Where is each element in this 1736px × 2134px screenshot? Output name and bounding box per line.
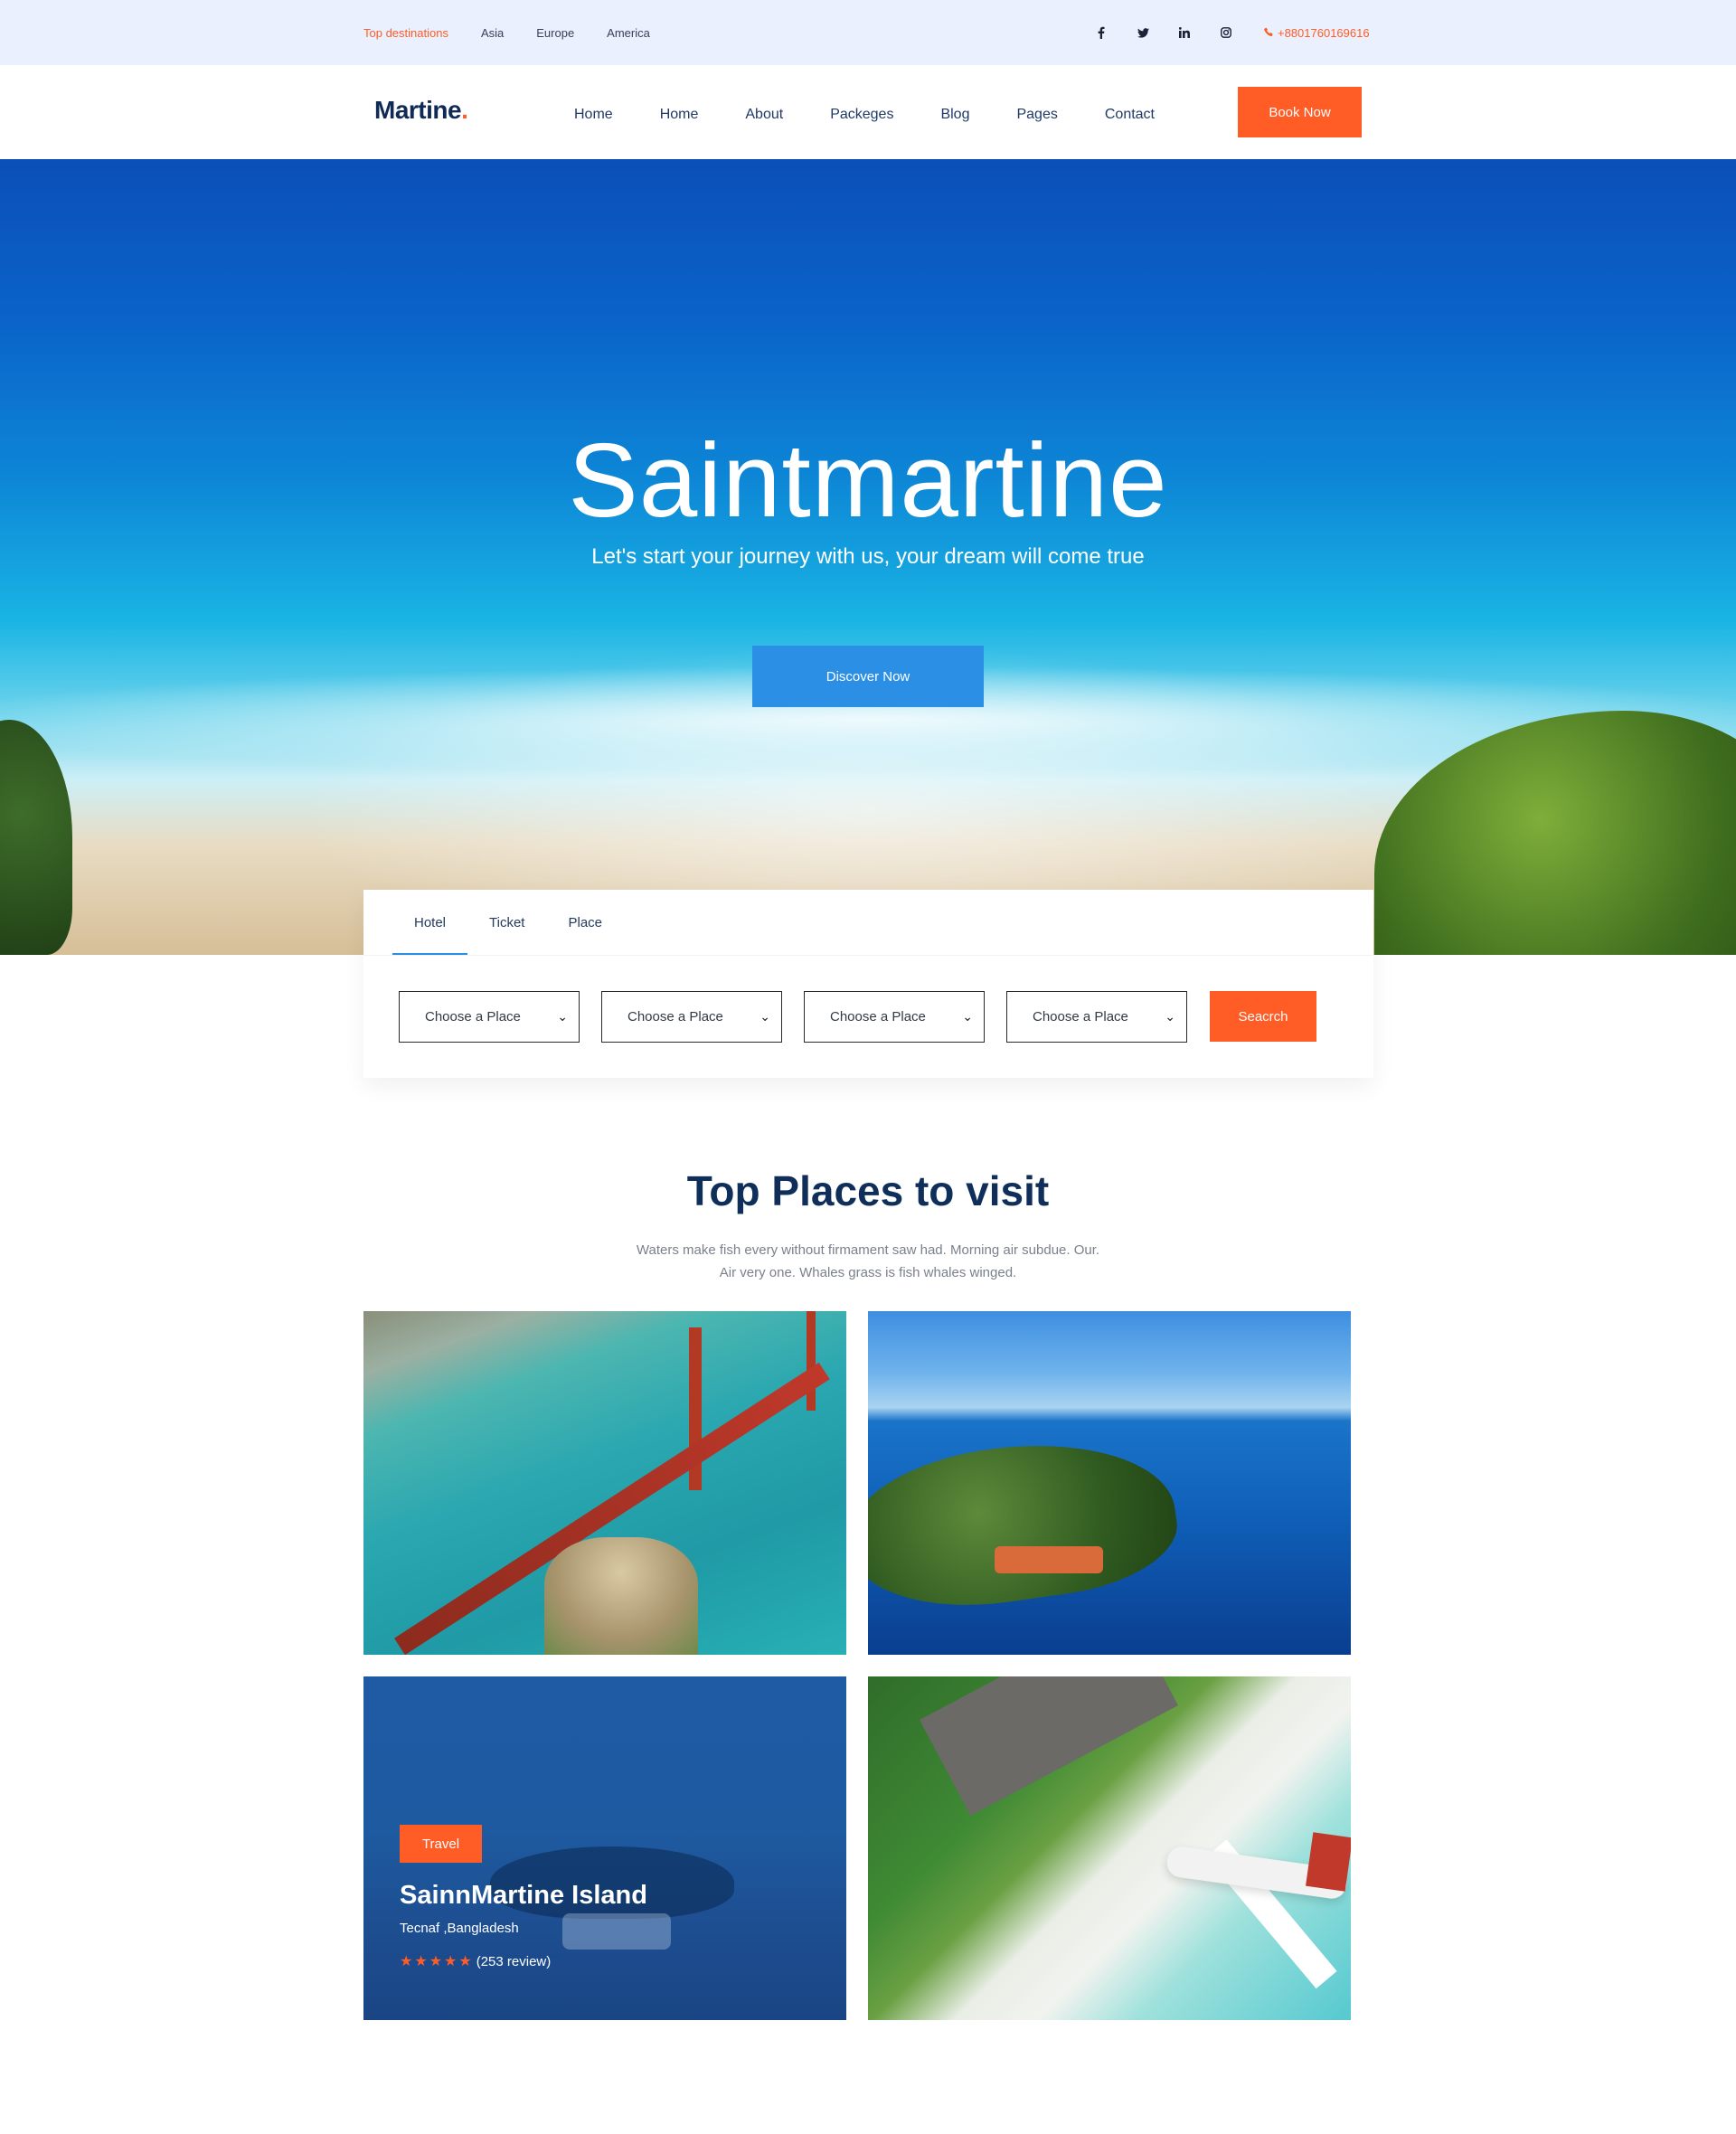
- boat: [562, 1913, 671, 1950]
- section-description-line-2: Air very one. Whales grass is fish whale…: [719, 1265, 1017, 1280]
- place-select-1[interactable]: Choose a Place ⌄: [399, 991, 580, 1043]
- chevron-down-icon: ⌄: [1165, 1009, 1175, 1024]
- social-links: [1094, 0, 1233, 65]
- nav-menu: Home Home About Packeges Blog Pages Cont…: [574, 65, 1155, 159]
- place-select-3-value: Choose a Place: [830, 1009, 926, 1025]
- nav-item-contact[interactable]: Contact: [1105, 107, 1155, 123]
- chevron-down-icon: ⌄: [557, 1009, 568, 1024]
- island: [868, 1424, 1185, 1623]
- logo-dot: .: [461, 96, 468, 124]
- top-bar: Top destinations Asia Europe America +88…: [0, 0, 1736, 65]
- section-description: Waters make fish every without firmament…: [597, 1239, 1139, 1284]
- nav-item-home[interactable]: Home: [574, 107, 613, 123]
- place-select-4[interactable]: Choose a Place ⌄: [1006, 991, 1187, 1043]
- instagram-icon[interactable]: [1219, 25, 1233, 40]
- place-select-1-value: Choose a Place: [425, 1009, 521, 1025]
- nav-item-blog[interactable]: Blog: [940, 107, 969, 123]
- star-icon: ★: [444, 1954, 458, 1969]
- tab-hotel[interactable]: Hotel: [392, 890, 468, 955]
- place-card-island[interactable]: [868, 1311, 1351, 1655]
- resort-roofs: [995, 1546, 1103, 1573]
- hero-banner: Saintmartine Let's start your journey wi…: [0, 159, 1736, 955]
- tab-place[interactable]: Place: [546, 890, 624, 955]
- star-icon: ★: [400, 1954, 413, 1969]
- featured-place-location: Tecnaf ,Bangladesh: [400, 1921, 519, 1936]
- top-destinations-links: Top destinations Asia Europe America: [363, 0, 650, 65]
- booking-tabs: Hotel Ticket Place: [392, 890, 624, 955]
- nav-item-pages[interactable]: Pages: [1016, 107, 1057, 123]
- place-select-2[interactable]: Choose a Place ⌄: [601, 991, 782, 1043]
- place-selects: Choose a Place ⌄ Choose a Place ⌄ Choose a…: [399, 991, 1187, 1043]
- linkedin-icon[interactable]: [1177, 25, 1192, 40]
- place-card-beach[interactable]: [868, 1676, 1351, 2020]
- place-card-bridge[interactable]: [363, 1311, 846, 1655]
- booking-panel: Hotel Ticket Place Choose a Place ⌄ Choos…: [363, 890, 1373, 1078]
- top-link-asia[interactable]: Asia: [481, 26, 504, 40]
- top-link-top-destinations[interactable]: Top destinations: [363, 26, 448, 40]
- star-icon: ★: [429, 1954, 443, 1969]
- star-icon: ★: [414, 1954, 428, 1969]
- section-description-line-1: Waters make fish every without firmament…: [636, 1242, 1100, 1258]
- travel-tag[interactable]: Travel: [400, 1825, 482, 1863]
- nav-item-packages[interactable]: Packeges: [830, 107, 893, 123]
- book-now-button[interactable]: Book Now: [1238, 87, 1362, 137]
- bridge-tower-far: [807, 1311, 816, 1411]
- hut-roof: [920, 1676, 1178, 1817]
- fort: [544, 1537, 698, 1655]
- search-button[interactable]: Seacrch: [1210, 991, 1316, 1042]
- star-icon: ★: [458, 1954, 472, 1969]
- rating: ★ ★ ★ ★ ★ (253 review): [400, 1952, 551, 1970]
- top-link-europe[interactable]: Europe: [536, 26, 574, 40]
- main-nav: Martine. Home Home About Packeges Blog P…: [0, 65, 1736, 159]
- chevron-down-icon: ⌄: [760, 1009, 770, 1024]
- hero-title: Saintmartine: [568, 421, 1168, 539]
- place-card-featured[interactable]: Travel SainnMartine Island Tecnaf ,Bangl…: [363, 1676, 846, 2020]
- logo[interactable]: Martine.: [374, 96, 468, 125]
- place-select-4-value: Choose a Place: [1033, 1009, 1128, 1025]
- nav-item-about[interactable]: About: [745, 107, 783, 123]
- tab-ticket[interactable]: Ticket: [467, 890, 546, 955]
- place-select-2-value: Choose a Place: [627, 1009, 723, 1025]
- review-count: (253 review): [476, 1953, 552, 1969]
- nav-item-home-2[interactable]: Home: [660, 107, 699, 123]
- section-title: Top Places to visit: [686, 1167, 1050, 1214]
- facebook-icon[interactable]: [1094, 25, 1109, 40]
- phone-number[interactable]: +8801760169616: [1264, 0, 1370, 65]
- logo-text: Martine: [374, 96, 462, 124]
- hero-subtitle: Let's start your journey with us, your d…: [591, 544, 1145, 569]
- twitter-icon[interactable]: [1136, 25, 1150, 40]
- featured-place-name[interactable]: SainnMartine Island: [400, 1881, 647, 1911]
- place-select-3[interactable]: Choose a Place ⌄: [804, 991, 985, 1043]
- seaplane-tail: [1306, 1832, 1351, 1892]
- tab-divider: [363, 955, 1373, 956]
- chevron-down-icon: ⌄: [962, 1009, 973, 1024]
- discover-now-button[interactable]: Discover Now: [752, 646, 984, 707]
- phone-icon: [1264, 26, 1274, 40]
- phone-text: +8801760169616: [1278, 25, 1370, 40]
- top-link-america[interactable]: America: [607, 26, 650, 40]
